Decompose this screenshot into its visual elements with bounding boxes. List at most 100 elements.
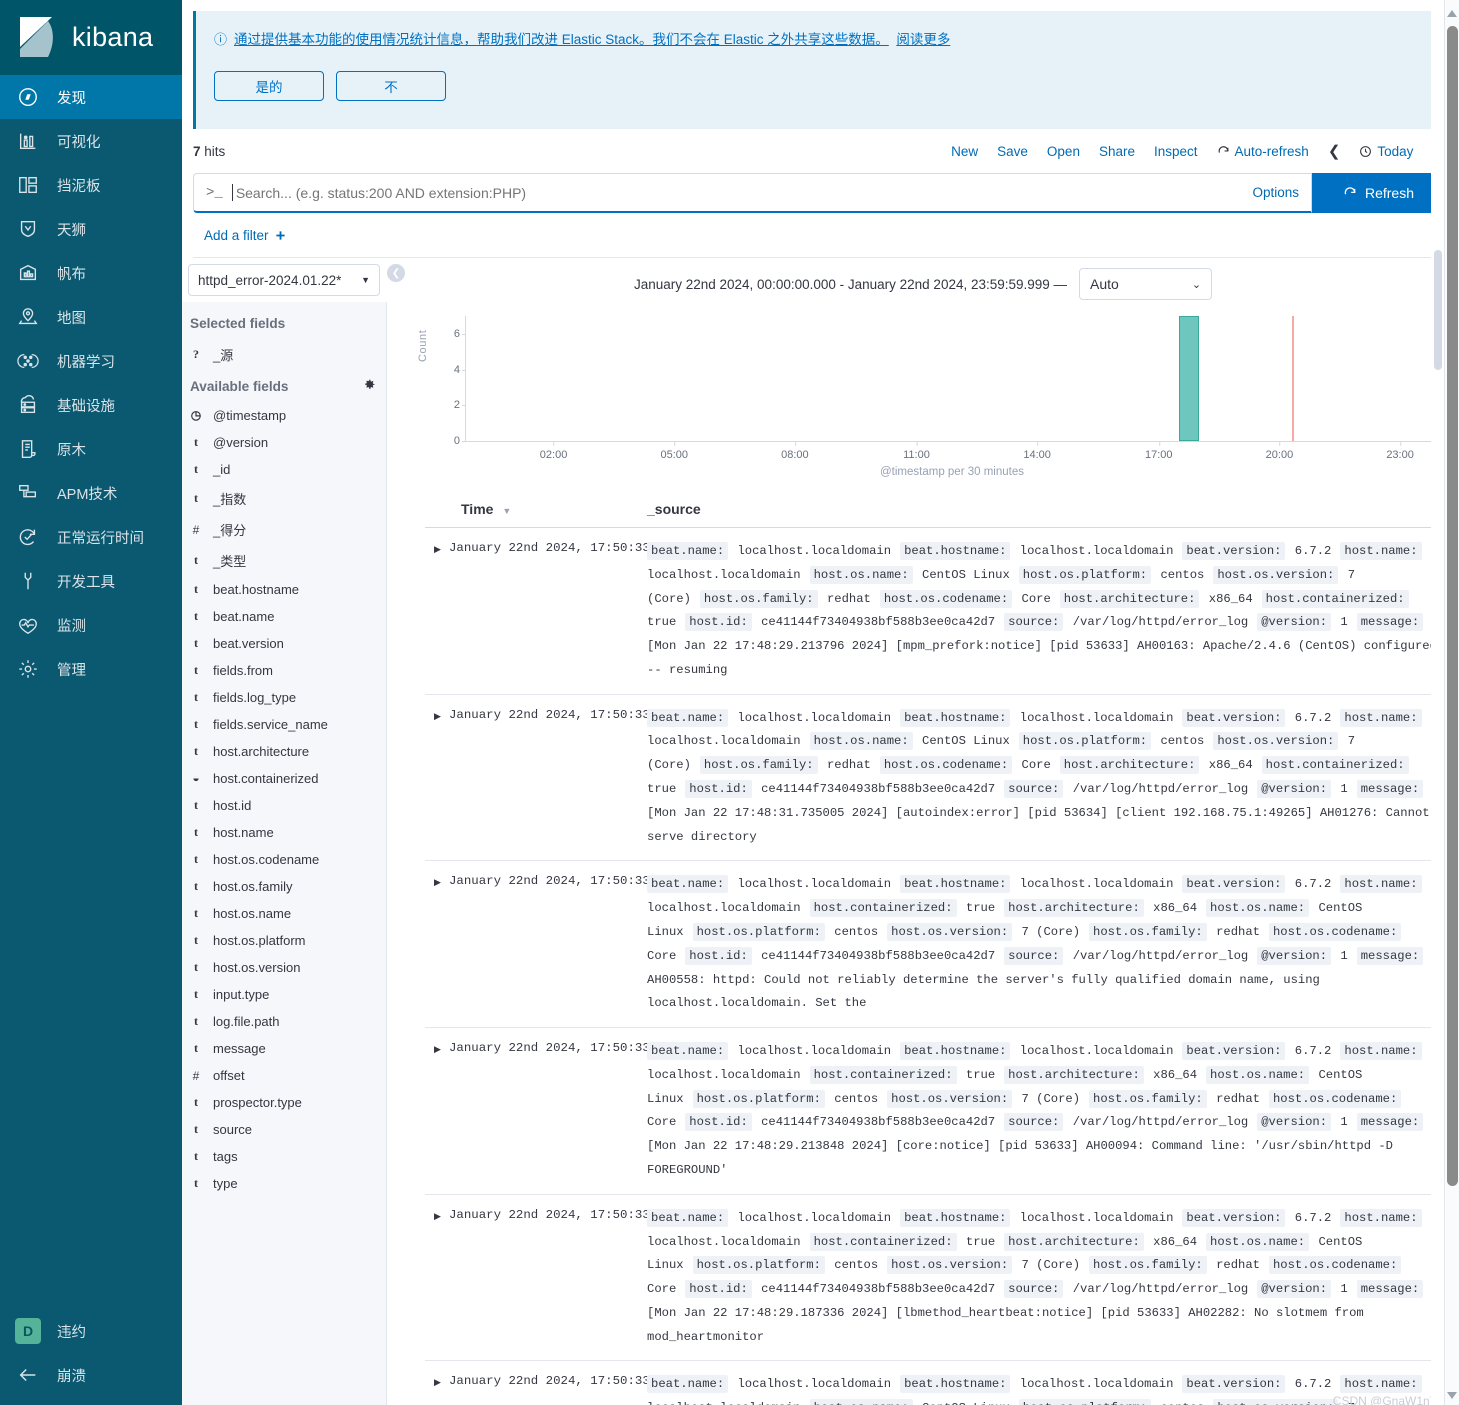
index-pattern-select[interactable]: httpd_error-2024.01.22* ▼ xyxy=(188,264,380,296)
y-tick: 4 xyxy=(454,364,467,376)
field-item[interactable]: t host.os.platform xyxy=(182,927,386,954)
sidebar-item-monitoring[interactable]: 监测 xyxy=(0,603,182,647)
inspect-button[interactable]: Inspect xyxy=(1154,144,1198,159)
gear-icon[interactable] xyxy=(363,378,376,394)
sidebar-item-canvas[interactable]: 帆布 xyxy=(0,251,182,295)
histogram-bar[interactable] xyxy=(1179,316,1199,441)
field-item-source[interactable]: ? _源 xyxy=(182,339,386,370)
sidebar-item-management[interactable]: 管理 xyxy=(0,647,182,691)
field-item[interactable]: ◷ @timestamp xyxy=(182,402,386,429)
source-field-value: true xyxy=(965,901,996,916)
field-item[interactable]: t host.id xyxy=(182,792,386,819)
field-item[interactable]: t _指数 xyxy=(182,483,386,514)
triangle-right-icon[interactable]: ▶ xyxy=(425,1207,449,1350)
sidebar-item-visualize[interactable]: 可视化 xyxy=(0,119,182,163)
sidebar-item-siem[interactable]: 天狮 xyxy=(0,207,182,251)
save-button[interactable]: Save xyxy=(997,144,1028,159)
chevron-left-circle-icon[interactable]: ❮ xyxy=(387,264,405,282)
field-item[interactable]: t tags xyxy=(182,1143,386,1170)
interval-select[interactable]: Auto ⌄ xyxy=(1079,268,1213,300)
sidebar-item-uptime[interactable]: 正常运行时间 xyxy=(0,515,182,559)
triangle-right-icon[interactable]: ▶ xyxy=(425,873,449,1016)
field-item[interactable]: t input.type xyxy=(182,981,386,1008)
source-field-key: host.os.name: xyxy=(1206,1065,1310,1084)
column-header-source[interactable]: _source xyxy=(647,501,1441,517)
new-button[interactable]: New xyxy=(951,144,978,159)
sidebar-item-dev-tools[interactable]: 开发工具 xyxy=(0,559,182,603)
refresh-button[interactable]: Refresh xyxy=(1312,173,1445,213)
field-item[interactable]: t prospector.type xyxy=(182,1089,386,1116)
sidebar-item-collapse[interactable]: 崩溃 xyxy=(0,1353,182,1397)
field-item[interactable]: t host.os.codename xyxy=(182,846,386,873)
field-item[interactable]: t host.architecture xyxy=(182,738,386,765)
chart-plot-area[interactable]: 0 2 4 6 02:00 05:00 08:00 11:00 14:00 17… xyxy=(454,316,1439,461)
field-item[interactable]: t host.os.name xyxy=(182,900,386,927)
time-picker-button[interactable]: Today xyxy=(1359,144,1413,159)
field-item[interactable]: t message xyxy=(182,1035,386,1062)
time-range-label: January 22nd 2024, 00:00:00.000 - Januar… xyxy=(633,276,1068,292)
table-row[interactable]: ▶ January 22nd 2024, 17:50:33.710 beat.nam… xyxy=(425,1028,1441,1195)
table-row[interactable]: ▶ January 22nd 2024, 17:50:33.710 beat.nam… xyxy=(425,528,1441,695)
scroll-up-arrow-icon[interactable] xyxy=(1447,10,1457,17)
field-item[interactable]: ◒ host.containerized xyxy=(182,765,386,792)
page-scrollbar-thumb[interactable] xyxy=(1447,26,1458,1186)
field-item[interactable]: t _类型 xyxy=(182,545,386,576)
column-header-time[interactable]: Time ▼ xyxy=(425,501,647,517)
scroll-down-arrow-icon[interactable] xyxy=(1447,1392,1457,1399)
search-input-wrapper[interactable]: >_ Options xyxy=(193,173,1312,213)
field-item[interactable]: t log.file.path xyxy=(182,1008,386,1035)
sidebar-item-apm[interactable]: APM技术 xyxy=(0,471,182,515)
open-button[interactable]: Open xyxy=(1047,144,1080,159)
share-button[interactable]: Share xyxy=(1099,144,1135,159)
page-scrollbar[interactable] xyxy=(1444,0,1459,1405)
sidebar-item-maps[interactable]: 地图 xyxy=(0,295,182,339)
triangle-right-icon[interactable]: ▶ xyxy=(425,1373,449,1405)
add-filter-button[interactable]: Add a filter xyxy=(204,228,286,243)
field-item[interactable]: t host.name xyxy=(182,819,386,846)
search-options-link[interactable]: Options xyxy=(1252,185,1299,200)
search-input[interactable] xyxy=(233,183,1253,202)
field-item[interactable]: t type xyxy=(182,1170,386,1197)
telemetry-no-button[interactable]: 不 xyxy=(336,70,446,101)
field-item[interactable]: t host.os.family xyxy=(182,873,386,900)
source-field-value: Core xyxy=(647,1115,677,1130)
field-item[interactable]: # offset xyxy=(182,1062,386,1089)
field-item[interactable]: t source xyxy=(182,1116,386,1143)
sidebar-item-user[interactable]: D 违约 xyxy=(0,1309,182,1353)
field-item[interactable]: t @version xyxy=(182,429,386,456)
field-item[interactable]: t fields.log_type xyxy=(182,684,386,711)
auto-refresh-button[interactable]: Auto-refresh xyxy=(1217,144,1309,159)
sidebar-item-logs[interactable]: 原木 xyxy=(0,427,182,471)
read-more-link[interactable]: 阅读更多 xyxy=(896,32,950,47)
inner-scrollbar-thumb[interactable] xyxy=(1434,250,1442,370)
field-item[interactable]: t fields.from xyxy=(182,657,386,684)
triangle-right-icon[interactable]: ▶ xyxy=(425,540,449,683)
sort-desc-icon[interactable]: ▼ xyxy=(502,506,511,516)
field-item[interactable]: t beat.version xyxy=(182,630,386,657)
sidebar-item-dashboard[interactable]: 挡泥板 xyxy=(0,163,182,207)
table-row[interactable]: ▶ January 22nd 2024, 17:50:33.710 beat.nam… xyxy=(425,695,1441,862)
sidebar-item-discover[interactable]: 发现 xyxy=(0,75,182,119)
sidebar-item-machine-learning[interactable]: 机器学习 xyxy=(0,339,182,383)
triangle-right-icon[interactable]: ▶ xyxy=(425,1040,449,1183)
query-bar-top-row: 7 hits New Save Open Share Inspect Auto-… xyxy=(193,135,1445,167)
sidebar-item-infrastructure[interactable]: 基础设施 xyxy=(0,383,182,427)
field-item[interactable]: t host.os.version xyxy=(182,954,386,981)
kibana-brand[interactable]: kibana xyxy=(0,0,182,75)
table-row[interactable]: ▶ January 22nd 2024, 17:50:33.710 beat.nam… xyxy=(425,1361,1441,1405)
inner-scrollbar[interactable] xyxy=(1431,0,1444,1405)
table-row[interactable]: ▶ January 22nd 2024, 17:50:33.710 beat.nam… xyxy=(425,1195,1441,1362)
field-item[interactable]: t beat.name xyxy=(182,603,386,630)
source-field-value: true xyxy=(965,1234,996,1249)
row-source: beat.name: localhost.localdomain beat.hos… xyxy=(647,1207,1441,1350)
field-item[interactable]: # _得分 xyxy=(182,514,386,545)
field-item[interactable]: t beat.hostname xyxy=(182,576,386,603)
telemetry-yes-button[interactable]: 是的 xyxy=(214,70,324,101)
source-field-key: beat.name: xyxy=(647,708,729,727)
time-prev-button[interactable]: ❮ xyxy=(1328,142,1341,160)
field-item[interactable]: t _id xyxy=(182,456,386,483)
source-field-value: 6.7.2 xyxy=(1294,710,1332,725)
triangle-right-icon[interactable]: ▶ xyxy=(425,707,449,850)
table-row[interactable]: ▶ January 22nd 2024, 17:50:33.710 beat.nam… xyxy=(425,861,1441,1029)
field-item[interactable]: t fields.service_name xyxy=(182,711,386,738)
